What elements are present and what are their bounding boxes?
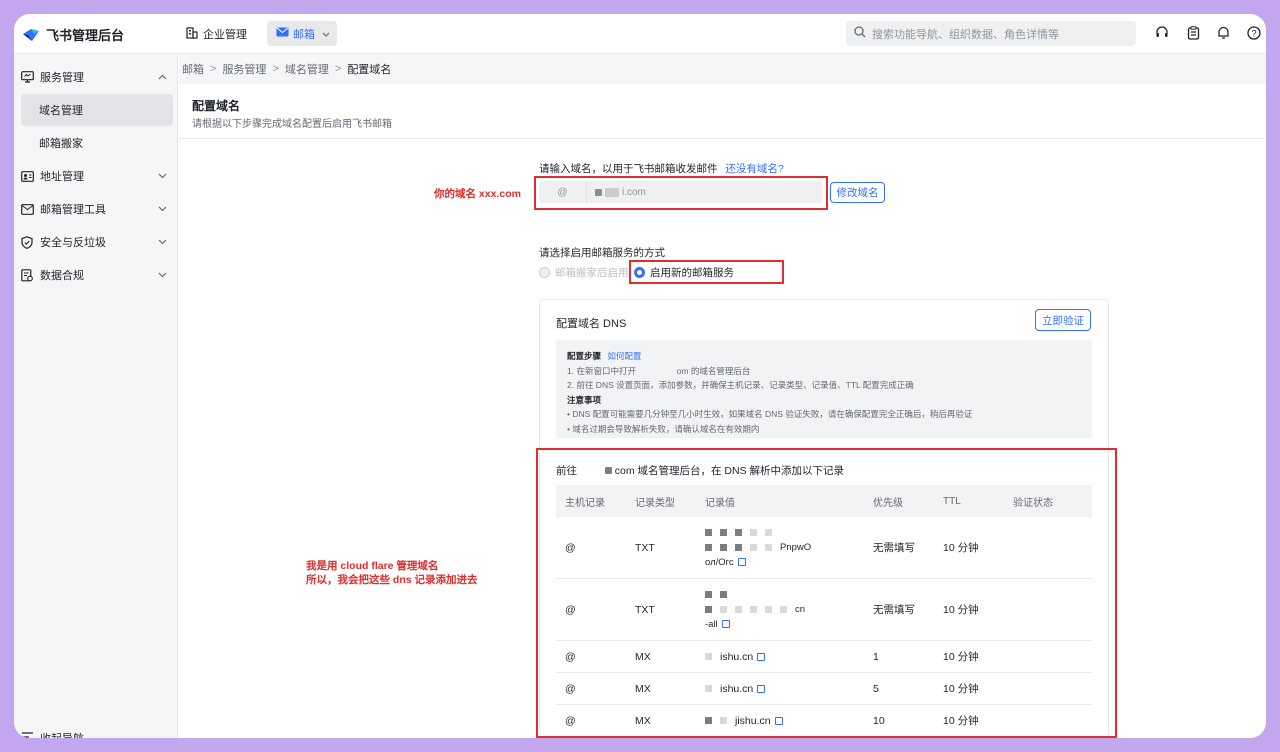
breadcrumb-item[interactable]: 域名管理 xyxy=(285,61,329,77)
sidebar-item-data-compliance[interactable]: 数据合规 xyxy=(14,259,178,291)
sidebar-subitem-domain-management[interactable]: 域名管理 xyxy=(21,94,173,126)
page-subtitle: 请根据以下步骤完成域名配置后启用飞书邮箱 xyxy=(192,119,392,130)
page-header: 配置域名 请根据以下步骤完成域名配置后启用飞书邮箱 xyxy=(179,84,1266,139)
search-input[interactable]: 搜索功能导航、组织数据、角色详情等 xyxy=(846,21,1136,46)
sidebar-item-label: 数据合规 xyxy=(40,270,84,282)
nav-mail-dropdown[interactable]: 邮箱 xyxy=(267,21,337,46)
step-1-prefix: 1. 在新窗口中打开 xyxy=(567,365,636,376)
annotation-box-dns-records xyxy=(536,448,1117,738)
radio-label: 邮箱搬家后启用 xyxy=(555,267,629,279)
sidebar-item-label: 地址管理 xyxy=(40,171,84,183)
search-placeholder: 搜索功能导航、组织数据、角色详情等 xyxy=(872,28,1059,41)
service-prompt: 请选择启用邮箱服务的方式 xyxy=(539,247,665,259)
verify-now-button[interactable]: 立即验证 xyxy=(1035,309,1091,331)
radio-dot xyxy=(539,267,550,278)
sidebar-item-label: 邮箱管理工具 xyxy=(40,204,106,216)
bell-icon[interactable] xyxy=(1215,25,1231,41)
sidebar-item-label: 服务管理 xyxy=(40,72,84,84)
search-icon xyxy=(854,26,866,41)
annotation-box-domain xyxy=(534,176,828,210)
sidebar-subitem-label: 邮箱搬家 xyxy=(39,138,83,150)
sidebar-item-service-management[interactable]: 服务管理 xyxy=(14,61,178,93)
page-title: 配置域名 xyxy=(192,99,241,113)
sidebar: 服务管理 域名管理 邮箱搬家 地址管理 邮箱管理工具 安全与反垃圾 数据合规 xyxy=(14,54,178,738)
mail-tool-icon xyxy=(21,203,34,216)
nav-mail-label: 邮箱 xyxy=(293,28,315,41)
svg-text:?: ? xyxy=(1251,29,1256,39)
dns-card-title: 配置域名 DNS xyxy=(556,318,627,330)
chevron-down-icon xyxy=(158,203,167,215)
config-steps-box: 配置步骤 如何配置 1. 在新窗口中打开 om 的域名管理后台 2. 前往 DN… xyxy=(556,340,1092,438)
notes-title: 注意事项 xyxy=(567,394,602,405)
annotation-domain-note: 你的域名 xxx.com xyxy=(434,188,521,200)
chevron-up-icon xyxy=(158,71,167,83)
sidebar-item-label: 安全与反垃圾 xyxy=(40,237,106,249)
chevron-down-icon xyxy=(158,236,167,248)
help-icon[interactable]: ? xyxy=(1246,25,1262,41)
no-domain-link[interactable]: 还没有域名? xyxy=(725,163,783,175)
edit-domain-button[interactable]: 修改域名 xyxy=(830,182,885,203)
shield-icon xyxy=(21,235,34,249)
chevron-down-icon xyxy=(158,170,167,182)
breadcrumb-separator: > xyxy=(272,63,279,75)
sidebar-subitem-label: 域名管理 xyxy=(39,105,83,117)
breadcrumb-item[interactable]: 服务管理 xyxy=(222,61,266,77)
sidebar-item-security[interactable]: 安全与反垃圾 xyxy=(14,226,178,258)
app-window: 飞书管理后台 企业管理 邮箱 搜索功能导航、组织数据、角色详情等 ? 服务管理 … xyxy=(14,14,1266,738)
data-doc-icon xyxy=(21,268,34,282)
note-1-text: DNS 配置可能需要几分钟至几小时生效，如果域名 DNS 验证失败，请在确保配置… xyxy=(572,409,973,420)
nav-company-management[interactable]: 企业管理 xyxy=(186,26,247,42)
how-to-config-link[interactable]: 如何配置 xyxy=(607,351,641,361)
chevron-down-icon xyxy=(158,269,167,281)
monitor-icon xyxy=(21,71,34,84)
breadcrumb: 邮箱 > 服务管理 > 域名管理 > 配置域名 xyxy=(179,54,1266,84)
app-title: 飞书管理后台 xyxy=(46,28,125,43)
top-bar: 飞书管理后台 企业管理 邮箱 搜索功能导航、组织数据、角色详情等 ? xyxy=(14,14,1266,54)
note-2: • 域名过期会导致解析失败，请确认域名在有效期内 xyxy=(567,423,760,434)
contact-card-icon xyxy=(21,170,34,183)
building-icon xyxy=(186,26,198,42)
radio-migrate-then-enable[interactable]: 邮箱搬家后启用 xyxy=(539,265,629,280)
headset-icon[interactable] xyxy=(1154,25,1170,41)
annotation-dns-note: 我是用 cloud flare 管理域名 所以，我会把这些 dns 记录添加进去 xyxy=(306,559,478,587)
clipboard-icon[interactable] xyxy=(1185,25,1201,41)
breadcrumb-separator: > xyxy=(334,63,342,75)
step-1: 1. 在新窗口中打开 om 的域名管理后台 xyxy=(567,364,1081,379)
annotation-dns-note-line2: 所以，我会把这些 dns 记录添加进去 xyxy=(306,574,478,586)
sidebar-subitem-mail-migration[interactable]: 邮箱搬家 xyxy=(21,127,173,159)
domain-prompt: 请输入域名，以用于飞书邮箱收发邮件 还没有域名? xyxy=(539,161,784,176)
domain-prompt-text: 请输入域名，以用于飞书邮箱收发邮件 xyxy=(539,163,718,175)
note-2-text: 域名过期会导致解析失败，请确认域名在有效期内 xyxy=(572,423,760,434)
chevron-down-icon xyxy=(322,28,330,40)
collapse-label: 收起导航 xyxy=(40,730,84,738)
breadcrumb-current: 配置域名 xyxy=(347,64,392,76)
steps-title: 配置步骤 xyxy=(567,351,602,361)
collapse-nav-button[interactable]: 收起导航 xyxy=(21,730,84,738)
sidebar-item-mail-tools[interactable]: 邮箱管理工具 xyxy=(14,193,178,225)
steps-header: 配置步骤 如何配置 xyxy=(567,349,1081,364)
main-content: 请输入域名，以用于飞书邮箱收发邮件 还没有域名? @ i.com 修改域名 你的… xyxy=(179,139,1266,738)
step-2: 2. 前往 DNS 设置页面，添加参数，并确保主机记录、记录类型、记录值、TTL… xyxy=(567,380,914,391)
nav-company-label: 企业管理 xyxy=(203,29,247,41)
breadcrumb-item[interactable]: 邮箱 xyxy=(182,61,204,77)
step-1-suffix: om 的域名管理后台 xyxy=(676,365,751,376)
annotation-box-service xyxy=(629,260,784,284)
mail-icon xyxy=(276,27,289,40)
annotation-dns-note-line1: 我是用 cloud flare 管理域名 xyxy=(306,560,439,572)
collapse-icon xyxy=(21,731,34,739)
feishu-logo-icon xyxy=(22,28,40,42)
app-logo[interactable]: 飞书管理后台 xyxy=(22,25,124,44)
sidebar-item-address-management[interactable]: 地址管理 xyxy=(14,160,178,192)
breadcrumb-separator: > xyxy=(210,63,217,75)
note-1: • DNS 配置可能需要几分钟至几小时生效，如果域名 DNS 验证失败，请在确保… xyxy=(567,409,973,420)
